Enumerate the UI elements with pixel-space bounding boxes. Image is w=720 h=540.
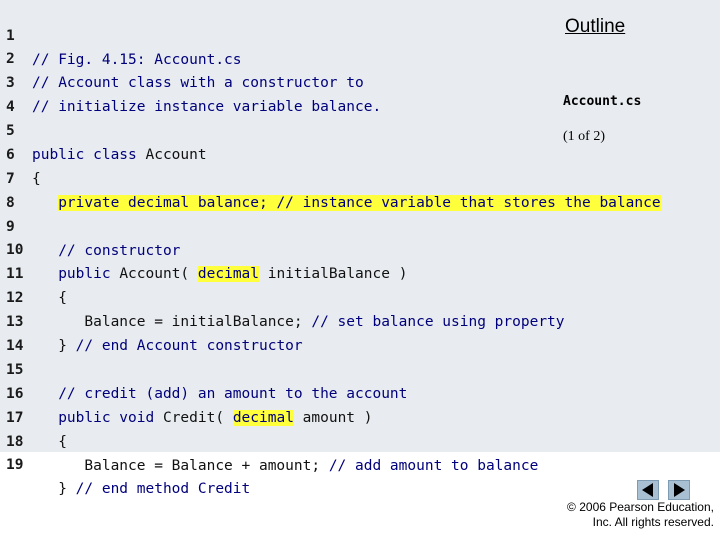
code-line: 14: [0, 310, 720, 354]
code-line: 3 // initialize instance variable balanc…: [0, 47, 720, 115]
code-line: 19 } // end method Credit: [0, 429, 720, 497]
code-line: 16 public void Credit( decimal amount ): [0, 358, 720, 426]
code-text: Balance = Balance + amount;: [32, 458, 329, 474]
code-line: 11 {: [0, 238, 720, 306]
triangle-right-icon: [674, 483, 685, 497]
previous-slide-button[interactable]: [637, 480, 659, 500]
code-line: 12 Balance = initialBalance; // set bala…: [0, 262, 720, 330]
code-line: 4: [0, 71, 720, 115]
triangle-left-icon: [642, 483, 653, 497]
code-line: 7 private decimal balance; // instance v…: [0, 143, 720, 211]
code-line: 17 {: [0, 382, 720, 450]
copyright-line: Inc. All rights reserved.: [592, 515, 714, 529]
code-line: 9 // constructor: [0, 191, 720, 259]
code-line: 15 // credit (add) an amount to the acco…: [0, 334, 720, 402]
line-number: 19: [6, 457, 24, 473]
code-comment: // end method Credit: [75, 481, 251, 497]
code-line: 6 {: [0, 119, 720, 187]
next-slide-button[interactable]: [668, 480, 690, 500]
code-comment: // add amount to balance: [328, 458, 539, 474]
copyright-line: © 2006 Pearson Education,: [567, 500, 714, 514]
code-line: 8: [0, 167, 720, 211]
copyright-notice: © 2006 Pearson Education, Inc. All right…: [567, 500, 714, 530]
code-line: 18 Balance = Balance + amount; // add am…: [0, 406, 720, 474]
code-line: 10 public Account( decimal initialBalanc…: [0, 214, 720, 282]
code-text: } // end method Credit: [32, 477, 250, 501]
code-text: }: [32, 481, 76, 497]
code-line: 13 } // end Account constructor: [0, 286, 720, 354]
outline-title[interactable]: Outline: [565, 16, 625, 38]
file-name-label: Account.cs: [563, 94, 642, 109]
code-panel: 1 // Fig. 4.15: Account.cs 2 // Account …: [0, 0, 720, 497]
code-text: Balance = Balance + amount; // add amoun…: [32, 454, 538, 478]
page-indicator: (1 of 2): [563, 129, 605, 144]
